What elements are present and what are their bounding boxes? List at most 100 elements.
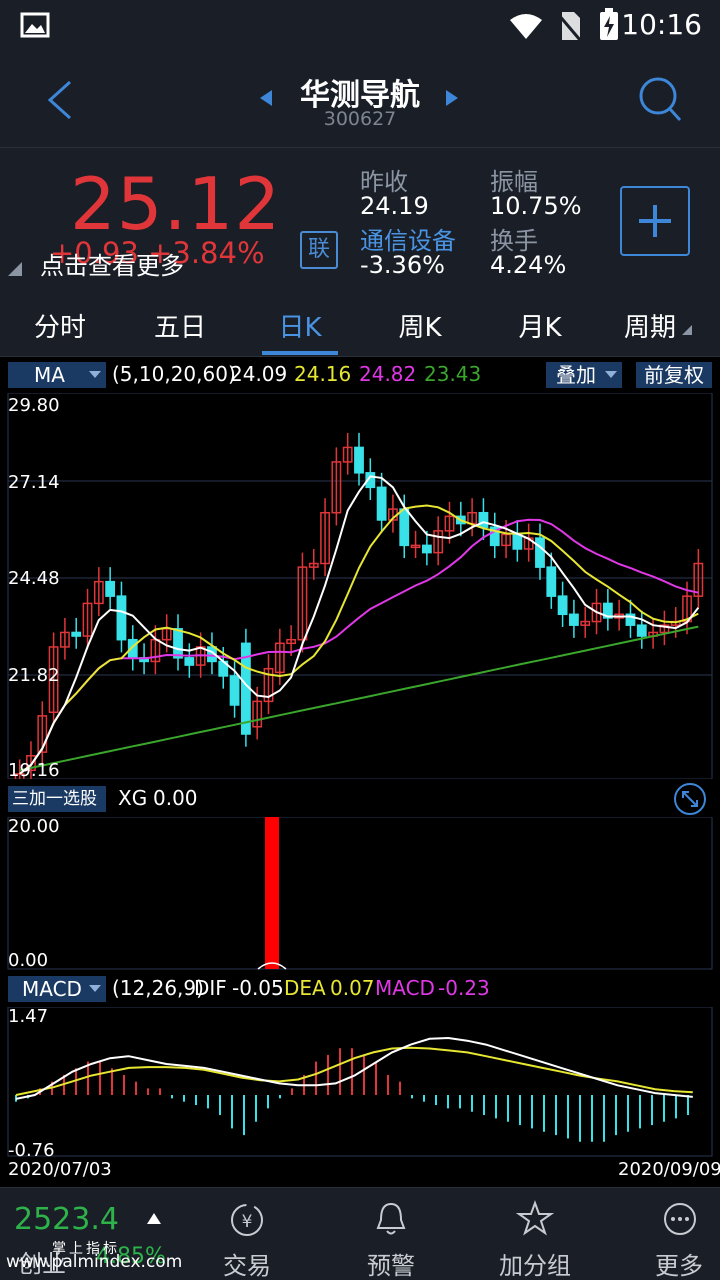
next-stock-icon[interactable] — [444, 88, 460, 108]
index-up-icon — [147, 1213, 161, 1224]
candle-body — [512, 533, 523, 550]
date-start: 2020/07/03 — [8, 1159, 112, 1180]
candle-body — [546, 566, 557, 597]
tab-daily-k[interactable]: 日K — [250, 307, 350, 344]
axis-tick: 24.48 — [8, 568, 60, 589]
status-bar: 10:16 — [0, 0, 720, 52]
ma10-value: 24.16 — [294, 362, 352, 386]
date-end: 2020/09/09 — [618, 1159, 720, 1180]
candle-body — [478, 511, 489, 528]
corner-triangle-icon — [8, 262, 22, 276]
adjust-button[interactable]: 前复权 — [636, 362, 712, 388]
prev-close-value: 24.19 — [360, 192, 429, 220]
axis-tick: 29.80 — [8, 395, 60, 416]
amplitude-value: 10.75% — [490, 192, 582, 220]
add-watchlist-button[interactable] — [620, 186, 690, 256]
nav-more[interactable]: 更多 — [619, 1246, 720, 1280]
dea-label: DEA — [284, 976, 326, 1000]
dea-value: 0.07 — [330, 976, 375, 1000]
xg-label: 三加一选股 — [12, 789, 97, 809]
macd-params: (12,26,9) — [112, 976, 204, 1000]
expand-icon[interactable] — [673, 782, 707, 816]
xg-axis-top: 20.00 — [8, 816, 60, 837]
macd-axis-top: 1.47 — [8, 1006, 49, 1027]
kline-svg — [7, 393, 713, 779]
turnover-value: 4.24% — [490, 251, 567, 279]
candle-body — [399, 508, 410, 547]
more-icon — [664, 1203, 696, 1235]
ma-label: MA — [34, 363, 65, 387]
macd-axis-bottom: -0.76 — [8, 1140, 55, 1161]
active-tab-indicator — [262, 351, 338, 355]
image-icon — [20, 12, 50, 38]
candles — [14, 432, 704, 779]
ma-params: (5,10,20,60) — [112, 362, 236, 386]
index-value[interactable]: 2523.4 — [14, 1202, 119, 1237]
macd-value: -0.23 — [438, 976, 490, 1000]
clock: 10:16 — [621, 8, 702, 41]
xg-frame — [7, 817, 713, 970]
watermark: www.palmindex.com — [6, 1252, 183, 1272]
macd-name: MACD — [375, 976, 435, 1000]
candle-body — [376, 486, 387, 521]
tab-five-day[interactable]: 五日 — [130, 307, 230, 344]
xg-selector[interactable]: 三加一选股 — [8, 786, 106, 812]
ma-dropdown-icon — [89, 371, 101, 378]
candle-body — [354, 446, 364, 474]
tab-monthly-k[interactable]: 月K — [490, 307, 590, 344]
xg-signal-bar — [265, 817, 279, 969]
battery-icon — [600, 8, 618, 40]
dif-label: DIF — [194, 976, 227, 1000]
period-tabs: 分时 五日 日K 周K 月K 周期 — [0, 295, 720, 357]
candle-body — [569, 613, 579, 626]
link-badge[interactable]: 联 — [300, 231, 338, 269]
ma60-value: 23.43 — [424, 362, 482, 386]
candle-body — [71, 631, 82, 637]
last-price: 25.12 — [70, 162, 282, 246]
candle-body — [535, 537, 545, 568]
trade-icon: ¥ — [231, 1204, 263, 1236]
xg-name: XG — [118, 786, 148, 810]
ma20-value: 24.82 — [359, 362, 417, 386]
candle-body — [229, 675, 240, 706]
candle-body — [173, 628, 183, 659]
axis-tick: 27.14 — [8, 472, 60, 493]
ma5-value: 24.09 — [230, 362, 288, 386]
search-icon[interactable] — [636, 74, 684, 124]
wifi-icon — [510, 14, 542, 39]
candle-body — [105, 580, 116, 597]
sector-change: -3.36% — [360, 251, 445, 279]
tab-weekly-k[interactable]: 周K — [370, 307, 470, 344]
nav-add-group[interactable]: 加分组 — [475, 1246, 595, 1280]
macd-dropdown-icon — [89, 985, 101, 992]
axis-tick: 19.16 — [8, 760, 60, 781]
candle-body — [636, 624, 647, 637]
star-icon — [516, 1200, 554, 1236]
overlay-label: 叠加 — [556, 363, 596, 387]
xg-axis-bottom: 0.00 — [8, 950, 49, 971]
no-sim-icon — [556, 12, 582, 41]
xg-svg — [7, 817, 713, 970]
nav-alert[interactable]: 预警 — [331, 1246, 451, 1280]
nav-trade[interactable]: 交易 — [187, 1246, 307, 1280]
quote-panel[interactable]: 25.12 +0.93 +3.84% 点击查看更多 联 昨收 24.19 通信设… — [0, 147, 720, 295]
candle-body — [557, 595, 568, 616]
header: 华测导航 300627 — [0, 52, 720, 147]
macd-histogram — [15, 1048, 689, 1142]
macd-label: MACD — [22, 977, 82, 1001]
period-dropdown-icon — [682, 325, 692, 335]
axis-tick: 21.82 — [8, 665, 60, 686]
overlay-dropdown-icon — [605, 371, 617, 378]
dif-value: -0.05 — [232, 976, 284, 1000]
macd-svg — [7, 1007, 713, 1157]
dea-line — [15, 1046, 693, 1096]
tab-intraday[interactable]: 分时 — [10, 307, 110, 344]
kline-chart-area[interactable]: MA (5,10,20,60) 24.09 24.16 24.82 23.43 … — [0, 357, 720, 1187]
candle-body — [421, 544, 432, 554]
candle-body — [116, 595, 127, 641]
adjust-label: 前复权 — [644, 363, 704, 387]
xg-value: 0.00 — [153, 786, 198, 810]
view-more-tip[interactable]: 点击查看更多 — [40, 246, 184, 281]
candle-body — [184, 657, 195, 666]
bottom-nav: 2523.4 创业 4.85% 掌上指标 www.palmindex.com ¥… — [0, 1187, 720, 1280]
